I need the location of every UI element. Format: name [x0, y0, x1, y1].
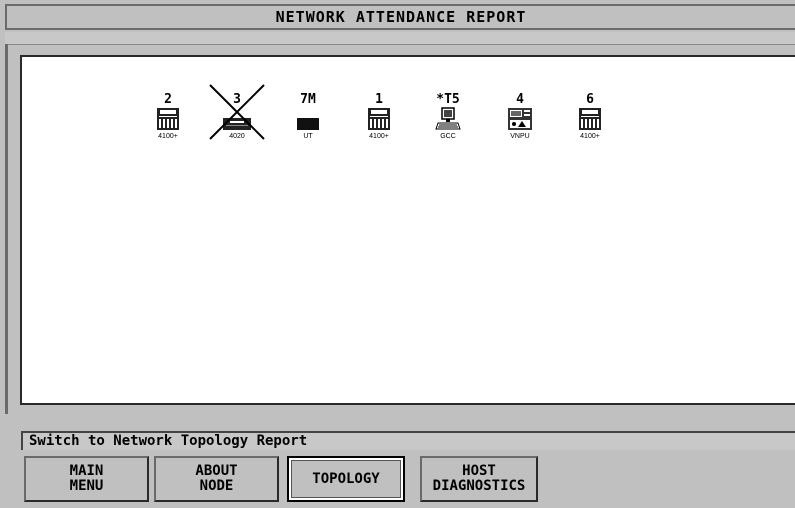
node-6[interactable]: 6 4100+ [560, 92, 620, 140]
panel-icon [560, 107, 620, 131]
button-label-line1: MAIN [69, 463, 104, 479]
computer-icon [418, 107, 478, 131]
topology-button[interactable]: TOPOLOGY [287, 456, 405, 502]
button-label-line2: MENU [69, 478, 104, 494]
button-label-line1: TOPOLOGY [312, 470, 380, 487]
status-line: Switch to Network Topology Report [21, 431, 795, 450]
node-type: VNPU [510, 133, 530, 140]
node-type: GCC [440, 133, 456, 140]
main-menu-button[interactable]: MAIN MENU [24, 456, 149, 502]
node-7m[interactable]: 7M UT [278, 92, 338, 140]
node-type: 4100+ [369, 133, 389, 140]
vnpu-icon [490, 107, 550, 131]
about-node-button[interactable]: ABOUT NODE [154, 456, 279, 502]
node-id: 6 [586, 92, 594, 107]
node-type: 4100+ [580, 133, 600, 140]
node-id: 1 [375, 92, 383, 107]
node-4[interactable]: 4 VNPU [490, 92, 550, 140]
node-id: 7M [300, 92, 316, 107]
node-id: *T5 [436, 92, 460, 107]
window-title: NETWORK ATTENDANCE REPORT [5, 4, 795, 30]
network-canvas: 2 4100+ 3 4020 7M UT 1 4100+ *T5 GCC 4 V… [20, 55, 795, 405]
offline-cross-icon [209, 84, 265, 140]
node-t5[interactable]: *T5 GCC [418, 92, 478, 140]
frame-edge [5, 44, 8, 414]
bar-icon [278, 107, 338, 131]
node-type: 4100+ [158, 133, 178, 140]
node-3[interactable]: 3 4020 [207, 84, 267, 140]
node-type: UT [303, 133, 313, 140]
node-id: 4 [516, 92, 524, 107]
node-2[interactable]: 2 4100+ [138, 92, 198, 140]
host-diagnostics-button[interactable]: HOST DIAGNOSTICS [420, 456, 538, 502]
panel-icon [349, 107, 409, 131]
button-label-line1: HOST [462, 463, 496, 479]
panel-icon [138, 107, 198, 131]
button-label-line2: DIAGNOSTICS [432, 478, 526, 494]
button-label-line1: ABOUT [195, 463, 238, 479]
button-label-line2: NODE [199, 478, 234, 494]
node-1[interactable]: 1 4100+ [349, 92, 409, 140]
function-key-bar: MAIN MENU ABOUT NODE TOPOLOGY HOST DIAGN… [21, 452, 795, 508]
menu-bar [5, 32, 795, 45]
node-id: 2 [164, 92, 172, 107]
